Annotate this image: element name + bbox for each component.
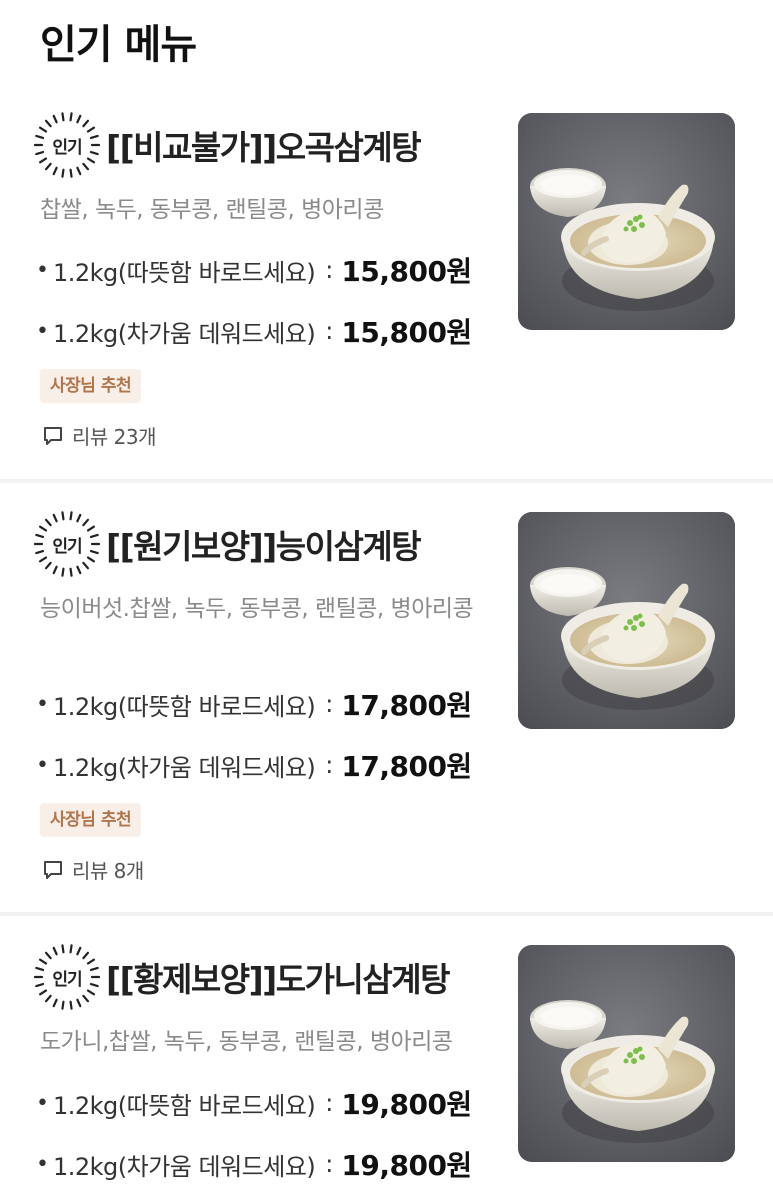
- option-separator: :: [325, 1089, 334, 1117]
- item-divider: [0, 479, 773, 483]
- option-separator: :: [325, 1150, 334, 1178]
- menu-item-title-row: 인기 [[비교불가]]오곡삼계탕: [34, 112, 422, 178]
- option-separator: :: [325, 690, 334, 718]
- speech-bubble-icon: [44, 860, 62, 879]
- option-name: 1.2kg(따뜻함 바로드세요): [52, 258, 316, 287]
- price-option-row[interactable]: • 1.2kg(따뜻함 바로드세요) : 19,800원: [36, 1083, 472, 1123]
- option-price: 19,800원: [341, 1149, 472, 1182]
- option-name: 1.2kg(따뜻함 바로드세요): [52, 692, 316, 721]
- menu-item-name[interactable]: [[비교불가]]오곡삼계탕: [106, 121, 422, 169]
- bullet: •: [36, 1090, 49, 1116]
- popular-badge-label: 인기: [52, 536, 82, 557]
- option-name: 1.2kg(따뜻함 바로드세요): [52, 1091, 316, 1120]
- popular-menu-title: 인기 메뉴: [40, 22, 197, 68]
- option-price: 15,800원: [341, 255, 472, 288]
- option-name: 1.2kg(차가움 데워드세요): [52, 753, 316, 782]
- option-separator: :: [325, 256, 334, 284]
- menu-item-image[interactable]: [518, 945, 735, 1162]
- review-count[interactable]: 리뷰 23개: [42, 421, 157, 450]
- menu-item-description: 능이버섯.찹쌀, 녹두, 동부콩, 랜틸콩, 병아리콩: [40, 596, 474, 622]
- menu-item-image[interactable]: [518, 113, 735, 330]
- menu-item-description: 찹쌀, 녹두, 동부콩, 랜틸콩, 병아리콩: [40, 197, 384, 223]
- owner-recommend-tag: 사장님 추천: [40, 803, 142, 837]
- price-option-row[interactable]: • 1.2kg(차가움 데워드세요) : 17,800원: [36, 745, 472, 785]
- option-separator: :: [325, 317, 334, 345]
- option-price: 17,800원: [341, 689, 472, 722]
- price-option-row[interactable]: • 1.2kg(따뜻함 바로드세요) : 17,800원: [36, 684, 472, 724]
- price-option-row[interactable]: • 1.2kg(따뜻함 바로드세요) : 15,800원: [36, 250, 472, 290]
- review-count-label: 리뷰 8개: [72, 859, 144, 883]
- menu-item-image[interactable]: [518, 512, 735, 729]
- menu-item-description: 도가니,찹쌀, 녹두, 동부콩, 랜틸콩, 병아리콩: [40, 1029, 453, 1055]
- menu-item-name[interactable]: [[원기보양]]능이삼계탕: [106, 520, 422, 568]
- speech-bubble-icon: [44, 426, 62, 445]
- option-separator: :: [325, 751, 334, 779]
- review-count-label: 리뷰 23개: [72, 425, 157, 449]
- popular-badge-label: 인기: [52, 137, 82, 158]
- menu-item-title-row: 인기 [[황제보양]]도가니삼계탕: [34, 944, 450, 1010]
- item-divider: [0, 912, 773, 916]
- bullet: •: [36, 257, 49, 283]
- bullet: •: [36, 318, 49, 344]
- menu-item-title-row: 인기 [[원기보양]]능이삼계탕: [34, 511, 422, 577]
- price-option-row[interactable]: • 1.2kg(차가움 데워드세요) : 19,800원: [36, 1144, 472, 1184]
- option-name: 1.2kg(차가움 데워드세요): [52, 319, 316, 348]
- popular-badge-icon: 인기: [34, 511, 100, 577]
- option-price: 19,800원: [341, 1088, 472, 1121]
- popular-badge-icon: 인기: [34, 112, 100, 178]
- menu-item-name[interactable]: [[황제보양]]도가니삼계탕: [106, 953, 450, 1001]
- option-price: 17,800원: [341, 750, 472, 783]
- owner-recommend-tag: 사장님 추천: [40, 369, 142, 403]
- price-option-row[interactable]: • 1.2kg(차가움 데워드세요) : 15,800원: [36, 311, 472, 351]
- option-name: 1.2kg(차가움 데워드세요): [52, 1152, 316, 1181]
- popular-badge-icon: 인기: [34, 944, 100, 1010]
- bullet: •: [36, 1151, 49, 1177]
- option-price: 15,800원: [341, 316, 472, 349]
- review-count[interactable]: 리뷰 8개: [42, 855, 144, 884]
- bullet: •: [36, 691, 49, 717]
- popular-badge-label: 인기: [52, 969, 82, 990]
- bullet: •: [36, 752, 49, 778]
